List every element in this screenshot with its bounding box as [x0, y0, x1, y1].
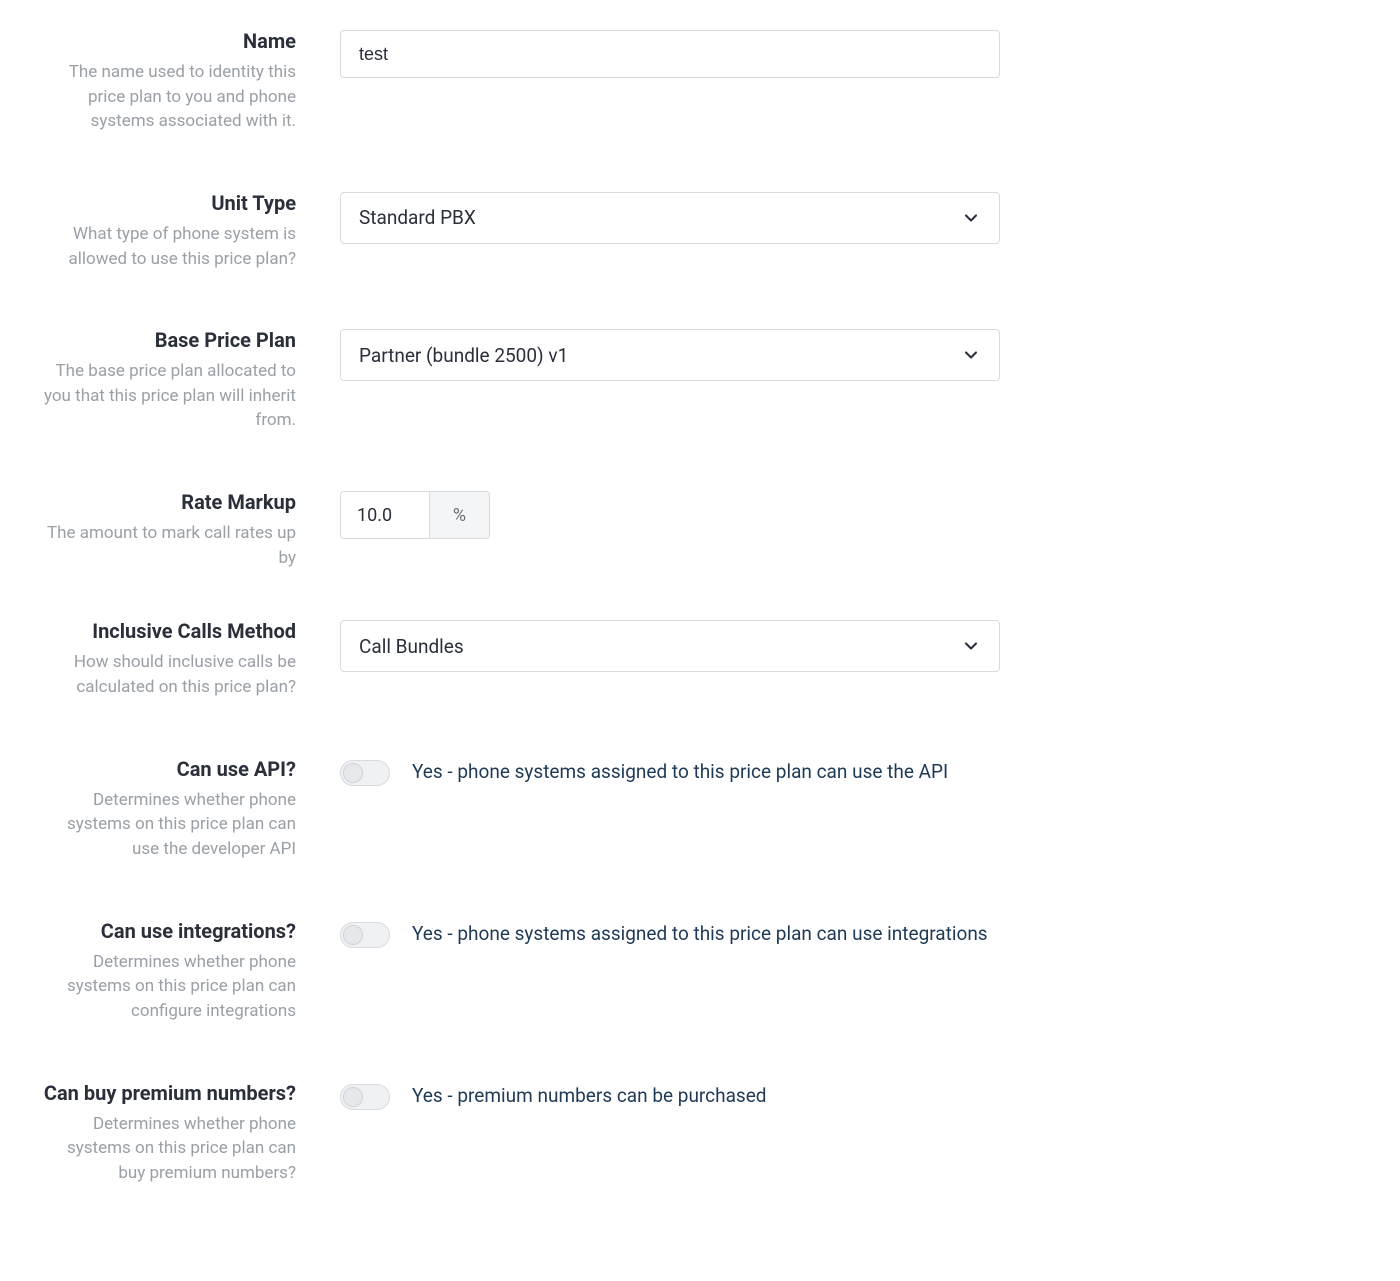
can-use-api-help: Determines whether phone systems on this…: [40, 788, 296, 862]
unit-type-select[interactable]: Standard PBX: [340, 192, 1000, 244]
inclusive-calls-method-label: Inclusive Calls Method: [40, 618, 296, 644]
rate-markup-help: The amount to mark call rates up by: [40, 521, 296, 570]
chevron-down-icon: [961, 636, 981, 656]
toggle-knob: [343, 925, 363, 945]
can-use-api-toggle[interactable]: [340, 760, 390, 786]
price-plan-form: Name The name used to identity this pric…: [40, 28, 1360, 1185]
can-use-api-label: Can use API?: [40, 756, 296, 782]
row-can-use-integrations: Can use integrations? Determines whether…: [40, 918, 1360, 1024]
inclusive-calls-method-value: Call Bundles: [359, 635, 464, 658]
row-rate-markup: Rate Markup The amount to mark call rate…: [40, 489, 1360, 570]
can-use-integrations-toggle[interactable]: [340, 922, 390, 948]
can-buy-premium-numbers-help: Determines whether phone systems on this…: [40, 1112, 296, 1186]
toggle-knob: [343, 763, 363, 783]
row-can-buy-premium-numbers: Can buy premium numbers? Determines whet…: [40, 1080, 1360, 1186]
can-buy-premium-numbers-toggle[interactable]: [340, 1084, 390, 1110]
base-price-plan-label: Base Price Plan: [40, 327, 296, 353]
name-label: Name: [40, 28, 296, 54]
base-price-plan-value: Partner (bundle 2500) v1: [359, 344, 568, 367]
rate-markup-unit: %: [429, 492, 489, 538]
name-input[interactable]: [340, 30, 1000, 78]
rate-markup-label: Rate Markup: [40, 489, 296, 515]
can-use-api-desc: Yes - phone systems assigned to this pri…: [412, 760, 948, 785]
unit-type-label: Unit Type: [40, 190, 296, 216]
rate-markup-input-group: 10.0 %: [340, 491, 490, 539]
toggle-knob: [343, 1087, 363, 1107]
inclusive-calls-method-select[interactable]: Call Bundles: [340, 620, 1000, 672]
chevron-down-icon: [961, 208, 981, 228]
unit-type-help: What type of phone system is allowed to …: [40, 222, 296, 271]
row-base-price-plan: Base Price Plan The base price plan allo…: [40, 327, 1360, 433]
name-help: The name used to identity this price pla…: [40, 60, 296, 134]
chevron-down-icon: [961, 345, 981, 365]
can-buy-premium-numbers-label: Can buy premium numbers?: [40, 1080, 296, 1106]
row-unit-type: Unit Type What type of phone system is a…: [40, 190, 1360, 271]
row-can-use-api: Can use API? Determines whether phone sy…: [40, 756, 1360, 862]
row-inclusive-calls-method: Inclusive Calls Method How should inclus…: [40, 618, 1360, 699]
can-use-integrations-label: Can use integrations?: [40, 918, 296, 944]
unit-type-value: Standard PBX: [359, 206, 476, 229]
can-use-integrations-help: Determines whether phone systems on this…: [40, 950, 296, 1024]
base-price-plan-select[interactable]: Partner (bundle 2500) v1: [340, 329, 1000, 381]
can-buy-premium-numbers-desc: Yes - premium numbers can be purchased: [412, 1084, 767, 1109]
base-price-plan-help: The base price plan allocated to you tha…: [40, 359, 296, 433]
rate-markup-input[interactable]: 10.0: [341, 492, 429, 538]
row-name: Name The name used to identity this pric…: [40, 28, 1360, 134]
can-use-integrations-desc: Yes - phone systems assigned to this pri…: [412, 922, 988, 947]
inclusive-calls-method-help: How should inclusive calls be calculated…: [40, 650, 296, 699]
